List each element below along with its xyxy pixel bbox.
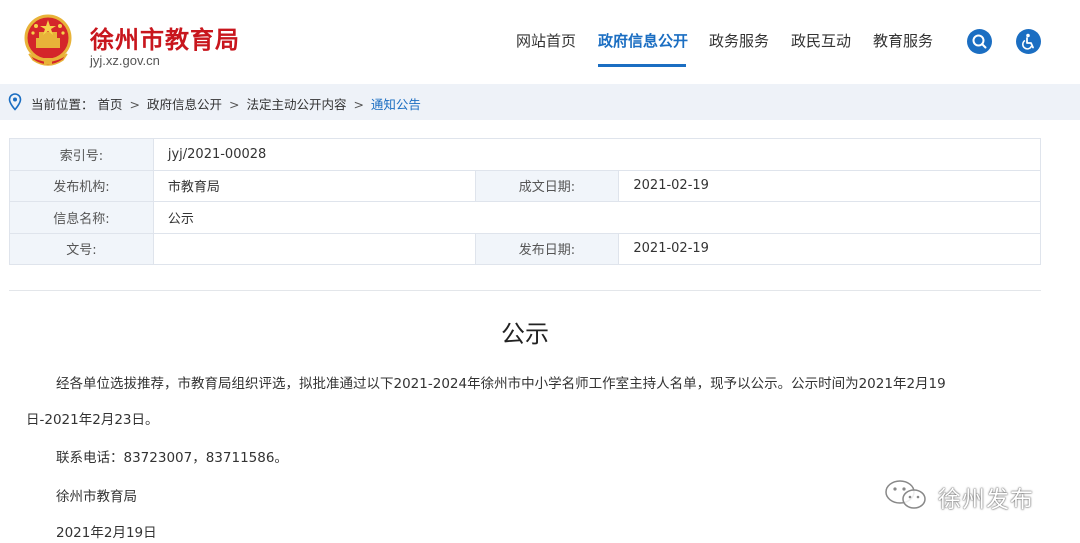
table-row: 文号: 发布日期: 2021-02-19 [9, 232, 1041, 265]
nav-active-indicator [598, 64, 686, 67]
info-name-value: 公示 [152, 201, 1042, 234]
breadcrumb-prefix: 当前位置： [31, 97, 94, 112]
signature-date: 2021年2月19日 [56, 525, 157, 541]
breadcrumb-separator: > [353, 97, 364, 112]
created-date-label: 成文日期: [474, 169, 620, 202]
index-value: jyj/2021-00028 [152, 138, 1042, 171]
article-title: 公示 [501, 320, 549, 348]
breadcrumb-separator: > [228, 97, 240, 112]
article-paragraph-continued: 日-2021年2月23日。 [26, 412, 159, 428]
table-row: 发布机构: 市教育局 成文日期: 2021-02-19 [9, 169, 1041, 202]
breadcrumb-gov-info[interactable]: 政府信息公开 [147, 97, 222, 112]
breadcrumb-home[interactable]: 首页 [98, 97, 123, 112]
divider [9, 290, 1041, 291]
nav-services[interactable]: 政务服务 [709, 30, 769, 51]
search-icon[interactable] [967, 29, 992, 54]
published-date-label: 发布日期: [474, 232, 620, 265]
nav-interaction[interactable]: 政民互动 [791, 30, 851, 51]
published-date-value: 2021-02-19 [618, 232, 1041, 265]
nav-gov-info[interactable]: 政府信息公开 [598, 30, 688, 51]
wechat-icon [885, 480, 926, 509]
article-paragraph: 经各单位选拔推荐，市教育局组织评选，拟批准通过以下2021-2024年徐州市中小… [56, 376, 946, 392]
site-header: 徐州市教育局 jyj.xz.gov.cn 网站首页 政府信息公开 政务服务 政民… [0, 0, 1080, 82]
publisher-label: 发布机构: [9, 169, 154, 202]
table-row: 索引号: jyj/2021-00028 [9, 138, 1042, 171]
breadcrumb-statutory[interactable]: 法定主动公开内容 [246, 97, 346, 112]
doc-number-label: 文号: [9, 232, 154, 265]
watermark: 徐州发布 [878, 474, 1068, 514]
breadcrumb-separator: > [129, 97, 140, 112]
info-name-label: 信息名称: [9, 201, 154, 234]
location-pin-icon [8, 93, 22, 111]
signature: 徐州市教育局 [56, 489, 137, 505]
breadcrumb-current[interactable]: 通知公告 [371, 97, 421, 112]
watermark-text: 徐州发布 [938, 487, 1034, 513]
document-info-table: 索引号: jyj/2021-00028 发布机构: 市教育局 成文日期: 202… [9, 138, 1042, 265]
main-nav: 网站首页 政府信息公开 政务服务 政民互动 教育服务 [0, 30, 1080, 70]
created-date-value: 2021-02-19 [618, 169, 1041, 202]
index-label: 索引号: [9, 138, 154, 171]
accessibility-icon[interactable] [1016, 29, 1041, 54]
table-row: 信息名称: 公示 [9, 201, 1042, 234]
contact-phone: 联系电话：83723007，83711586。 [56, 450, 288, 466]
nav-home[interactable]: 网站首页 [516, 30, 576, 51]
breadcrumb: 当前位置： 首页 > 政府信息公开 > 法定主动公开内容 > 通知公告 [0, 84, 1080, 120]
nav-education-services[interactable]: 教育服务 [873, 30, 933, 51]
publisher-value: 市教育局 [152, 169, 476, 202]
doc-number-value [152, 232, 476, 265]
